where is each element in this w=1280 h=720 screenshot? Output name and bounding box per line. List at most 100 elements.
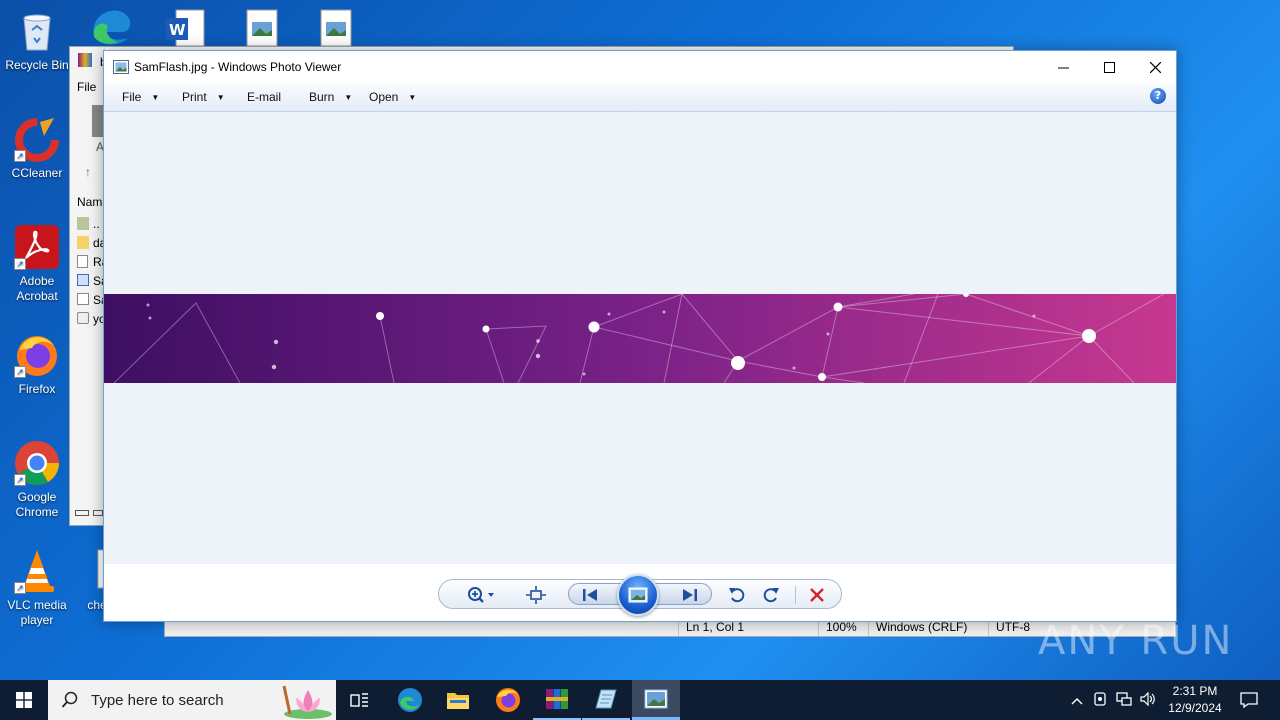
delete-button[interactable]: [806, 584, 828, 606]
shortcut-arrow-icon: ↗: [14, 582, 26, 594]
dropdown-caret-icon: ▼: [216, 93, 225, 102]
desktop-icon-ccleaner[interactable]: ↗ CCleaner: [0, 116, 74, 181]
start-button[interactable]: [0, 680, 48, 720]
taskbar-winrar[interactable]: [533, 680, 581, 720]
device-icon: [1094, 691, 1106, 706]
close-icon: [1149, 61, 1161, 73]
folder-icon: [447, 693, 469, 709]
notification-icon: [1240, 692, 1258, 708]
explorer-menu-file[interactable]: File: [77, 80, 96, 94]
up-arrow-icon[interactable]: ↑: [85, 165, 91, 179]
search-placeholder: Type here to search: [91, 691, 224, 709]
next-button[interactable]: [679, 584, 701, 606]
firefox-icon: [496, 688, 520, 712]
edge-icon: [398, 688, 422, 712]
shortcut-arrow-icon: ↗: [14, 150, 26, 162]
desktop-icon-label: CCleaner: [11, 166, 63, 180]
slideshow-button[interactable]: [617, 574, 659, 616]
document-icon: [77, 255, 88, 268]
drive-icon: [93, 510, 103, 516]
desktop-icon-edge[interactable]: [88, 6, 136, 48]
menu-label: File: [122, 90, 142, 104]
taskbar-notepad[interactable]: [582, 680, 630, 720]
word-document-icon: W: [166, 9, 205, 47]
close-button[interactable]: [1132, 51, 1178, 83]
title-bar[interactable]: SamFlash.jpg - Windows Photo Viewer: [104, 51, 1176, 83]
taskbar-file-explorer[interactable]: [434, 680, 482, 720]
menu-label: Open: [369, 90, 399, 104]
shortcut-arrow-icon: ↗: [14, 258, 26, 270]
photo-viewer-app-icon: [113, 60, 129, 74]
image-file-icon: [246, 9, 278, 47]
taskbar-firefox[interactable]: [484, 680, 532, 720]
desktop-icon-image-1[interactable]: [244, 8, 280, 48]
list-item[interactable]: ..: [93, 217, 100, 231]
ccleaner-icon: ↗: [14, 116, 60, 162]
previous-button[interactable]: [579, 584, 601, 606]
photo-viewer-window[interactable]: SamFlash.jpg - Windows Photo Viewer File…: [103, 50, 1177, 622]
windows-logo-icon: [16, 692, 32, 708]
desktop-icon-firefox[interactable]: ↗ Firefox: [0, 332, 74, 397]
image-file-icon: [320, 9, 352, 47]
desktop-icon-adobe-acrobat[interactable]: ↗ Adobe Acrobat: [0, 224, 74, 304]
folder-icon: [77, 236, 89, 249]
menu-label: E-mail: [247, 90, 282, 104]
taskbar-photo-viewer[interactable]: [632, 680, 680, 720]
column-header-name[interactable]: Nam: [77, 195, 102, 209]
rotate-counterclockwise-button[interactable]: [726, 584, 748, 606]
desktop-icon-google-chrome[interactable]: ↗ Google Chrome: [0, 440, 74, 520]
chrome-icon: ↗: [14, 440, 60, 486]
taskbar: Type here to search 2:31 PM 12/9/2024: [0, 680, 1280, 720]
volume-button[interactable]: [1136, 691, 1160, 709]
zoom-icon: [468, 587, 494, 603]
task-view-button[interactable]: [336, 680, 384, 720]
playback-controls-area: [104, 564, 1176, 621]
tray-app-icon[interactable]: [1088, 691, 1112, 709]
delete-icon: [810, 588, 824, 602]
speaker-icon: [1140, 691, 1155, 706]
minimize-icon: [1057, 67, 1069, 68]
network-icon: [1116, 691, 1132, 706]
clock-date: 12/9/2024: [1168, 701, 1222, 715]
dropdown-caret-icon: ▼: [408, 93, 417, 102]
photo-viewer-icon: [644, 689, 668, 708]
show-hidden-icons-button[interactable]: [1066, 693, 1088, 708]
maximize-button[interactable]: [1086, 51, 1132, 83]
displayed-image: [104, 294, 1176, 383]
rotate-left-icon: [729, 588, 745, 603]
image-file-icon: [77, 293, 89, 305]
taskbar-edge[interactable]: [386, 680, 434, 720]
menu-print[interactable]: Print ▼: [182, 90, 225, 104]
menu-email[interactable]: E-mail: [247, 90, 281, 104]
image-file-icon: [77, 274, 89, 286]
taskbar-clock[interactable]: 2:31 PM 12/9/2024: [1160, 683, 1230, 717]
rotate-right-icon: [763, 588, 779, 603]
help-button[interactable]: ?: [1150, 88, 1166, 104]
menu-open[interactable]: Open ▼: [369, 90, 416, 104]
svg-text:W: W: [169, 21, 186, 39]
desktop-icon-recycle-bin[interactable]: Recycle Bin: [0, 8, 74, 73]
zoom-button[interactable]: [467, 584, 497, 606]
recycle-bin-icon: [14, 8, 60, 54]
lotus-search-highlight-icon: [282, 685, 332, 719]
control-bar: [438, 574, 842, 616]
separator: [795, 586, 796, 604]
winrar-icon: [78, 53, 92, 67]
network-button[interactable]: [1112, 691, 1136, 709]
winrar-icon: [546, 689, 568, 709]
menu-burn[interactable]: Burn ▼: [309, 90, 352, 104]
menu-label: Print: [182, 90, 207, 104]
minimize-button[interactable]: [1040, 51, 1086, 83]
image-viewport[interactable]: [104, 112, 1176, 564]
menu-bar: File ▼ Print ▼ E-mail Burn ▼ Open ▼ ?: [104, 83, 1176, 112]
desktop-icon-word-doc[interactable]: W: [164, 8, 206, 48]
action-center-button[interactable]: [1234, 680, 1264, 720]
task-view-icon: [350, 693, 368, 707]
next-icon: [683, 589, 697, 601]
menu-file[interactable]: File ▼: [122, 90, 159, 104]
taskbar-search[interactable]: Type here to search: [48, 680, 336, 720]
actual-size-button[interactable]: [525, 584, 547, 606]
clock-time: 2:31 PM: [1172, 684, 1218, 698]
desktop-icon-image-2[interactable]: [318, 8, 354, 48]
rotate-clockwise-button[interactable]: [760, 584, 782, 606]
